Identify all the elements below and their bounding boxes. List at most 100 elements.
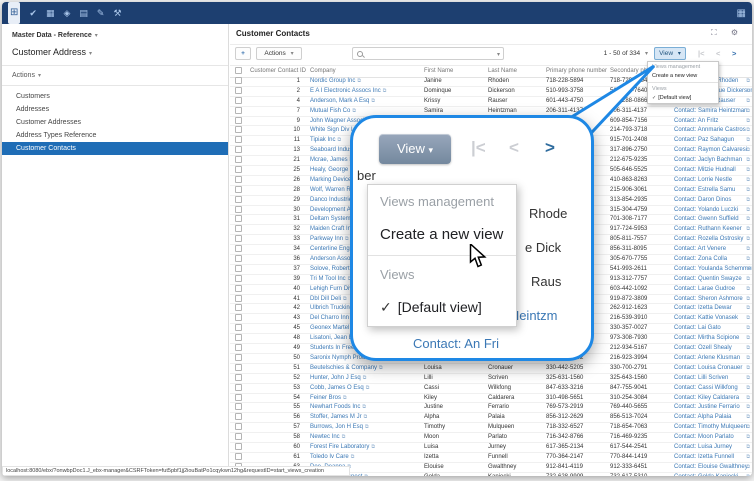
row-checkbox[interactable]	[235, 275, 242, 282]
preview-icon[interactable]: ⧉	[357, 78, 361, 84]
preview-icon[interactable]: ⧉	[746, 374, 750, 383]
cell-contact[interactable]: Contact: Lai Gato⧉	[672, 324, 752, 333]
preview-icon[interactable]: ⧉	[746, 265, 750, 274]
row-checkbox[interactable]	[235, 314, 242, 321]
cell-company[interactable]: Anderson, Mark A Esq⧉	[308, 97, 422, 106]
preview-icon[interactable]: ⧉	[746, 196, 750, 205]
preview-icon[interactable]: ⧉	[746, 126, 750, 135]
cell-contact[interactable]: Contact: Lorrie Nestle⧉	[672, 176, 752, 185]
cell-company[interactable]: Toledo Iv Care⧉	[308, 453, 422, 462]
cell-contact[interactable]: Contact: Zona Colla⧉	[672, 255, 752, 264]
row-checkbox[interactable]	[235, 126, 242, 133]
preview-icon[interactable]: ⧉	[746, 463, 750, 472]
column-header-first-name[interactable]: First Name	[422, 65, 486, 77]
sidebar-item-customer-contacts[interactable]: Customer Contacts	[2, 142, 228, 155]
row-checkbox[interactable]	[235, 176, 242, 183]
preview-icon[interactable]: ⧉	[337, 137, 341, 143]
sidebar-item-customers[interactable]: Customers	[2, 90, 228, 103]
preview-icon[interactable]: ⧉	[746, 107, 750, 116]
preview-icon[interactable]: ⧉	[746, 156, 750, 165]
row-checkbox[interactable]	[235, 166, 242, 173]
cell-contact[interactable]: Contact: Jaclyn Bachman⧉	[672, 156, 752, 165]
preview-icon[interactable]: ⧉	[746, 413, 750, 422]
preview-icon[interactable]: ⧉	[746, 146, 750, 155]
row-checkbox[interactable]	[235, 255, 242, 262]
row-checkbox[interactable]	[235, 364, 242, 371]
preview-icon[interactable]: ⧉	[746, 136, 750, 145]
cell-contact[interactable]: Contact: Quentin Swayze⧉	[672, 275, 752, 284]
sidebar-item-customer-addresses[interactable]: Customer Addresses	[2, 116, 228, 129]
row-checkbox[interactable]	[235, 117, 242, 124]
app-launcher-icon[interactable]: ⊞	[8, 2, 20, 24]
row-checkbox[interactable]	[235, 374, 242, 381]
cell-contact[interactable]: Contact: Louisa Cronauer⧉	[672, 364, 752, 373]
preview-icon[interactable]: ⧉	[746, 423, 750, 432]
preview-icon[interactable]: ⧉	[746, 186, 750, 195]
apps-grid-icon[interactable]: ▦	[737, 8, 746, 19]
cell-company[interactable]: Newtec Inc⧉	[308, 433, 422, 442]
cell-contact[interactable]: Contact: Raymon Calvaresi⧉	[672, 146, 752, 155]
preview-icon[interactable]: ⧉	[366, 385, 370, 391]
preview-icon[interactable]: ⧉	[343, 296, 347, 302]
dataspace-selector[interactable]: Customer Address▾	[2, 41, 228, 66]
row-checkbox[interactable]	[235, 87, 242, 94]
preview-icon[interactable]: ⧉	[746, 453, 750, 462]
cell-company[interactable]: Nordic Group Inc⧉	[308, 77, 422, 86]
cell-contact[interactable]: Contact: Izetta Dewar⧉	[672, 304, 752, 313]
cell-company[interactable]: Stoffer, James M Jr⧉	[308, 413, 422, 422]
row-checkbox[interactable]	[235, 413, 242, 420]
cell-contact[interactable]: Contact: Alpha Palaia⧉	[672, 413, 752, 422]
magnified-first-page-button[interactable]: |<	[471, 138, 486, 158]
row-checkbox[interactable]	[235, 324, 242, 331]
row-checkbox[interactable]	[235, 186, 242, 193]
preview-icon[interactable]: ⧉	[746, 285, 750, 294]
preview-icon[interactable]: ⧉	[746, 344, 750, 353]
cell-contact[interactable]: Contact: Timothy Mulqueen⧉	[672, 423, 752, 432]
cell-contact[interactable]: Contact: Paz Sahagun⧉	[672, 136, 752, 145]
preview-icon[interactable]: ⧉	[746, 225, 750, 234]
preview-icon[interactable]: ⧉	[746, 314, 750, 323]
row-checkbox[interactable]	[235, 245, 242, 252]
sidebar-actions-menu[interactable]: Actions▾	[2, 66, 228, 86]
tools-icon[interactable]: ⚒	[113, 2, 121, 24]
row-checkbox[interactable]	[235, 443, 242, 450]
preview-icon[interactable]: ⧉	[352, 108, 356, 114]
column-header-last-name[interactable]: Last Name	[486, 65, 544, 77]
preview-icon[interactable]: ⧉	[746, 364, 750, 373]
magnified-previous-page-button[interactable]: <	[509, 138, 519, 158]
actions-button[interactable]: Actions ▾	[256, 47, 302, 60]
sidebar-item-addresses[interactable]: Addresses	[2, 103, 228, 116]
shield-icon[interactable]: ◈	[63, 2, 70, 24]
cell-contact[interactable]: Contact: Mirtha Scipione⧉	[672, 334, 752, 343]
preview-icon[interactable]: ⧉	[351, 454, 355, 460]
preview-icon[interactable]: ⧉	[746, 166, 750, 175]
add-record-button[interactable]: +	[235, 47, 251, 60]
preview-icon[interactable]: ⧉	[746, 384, 750, 393]
row-checkbox[interactable]	[235, 433, 242, 440]
cell-contact[interactable]: Contact: Art Venere⧉	[672, 245, 752, 254]
preview-icon[interactable]: ⧉	[746, 304, 750, 313]
preview-icon[interactable]: ⧉	[746, 117, 750, 126]
magnified-next-page-button[interactable]: >	[545, 138, 555, 158]
preview-icon[interactable]: ⧉	[746, 77, 750, 86]
row-checkbox[interactable]	[235, 394, 242, 401]
row-checkbox[interactable]	[235, 423, 242, 430]
preview-icon[interactable]: ⧉	[371, 98, 375, 104]
cell-contact[interactable]: Contact: Youlanda Schemmer⧉	[672, 265, 752, 274]
row-checkbox[interactable]	[235, 304, 242, 311]
preview-icon[interactable]: ⧉	[746, 215, 750, 224]
row-checkbox[interactable]	[235, 206, 242, 213]
row-checkbox[interactable]	[235, 344, 242, 351]
cell-contact[interactable]: Contact: Ruthann Keener⧉	[672, 225, 752, 234]
preview-icon[interactable]: ⧉	[343, 395, 347, 401]
preview-icon[interactable]: ⧉	[746, 255, 750, 264]
magnified-view-button[interactable]: View ▾	[379, 134, 451, 164]
row-checkbox[interactable]	[235, 334, 242, 341]
preview-icon[interactable]: ⧉	[364, 414, 368, 420]
row-checkbox[interactable]	[235, 285, 242, 292]
cell-contact[interactable]: Contact: Cassi Wilkfong⧉	[672, 384, 752, 393]
preview-icon[interactable]: ⧉	[746, 403, 750, 412]
preview-icon[interactable]: ⧉	[746, 334, 750, 343]
preview-icon[interactable]: ⧉	[342, 434, 346, 440]
cell-company[interactable]: E A I Electronic Assocs Inc⧉	[308, 87, 422, 96]
